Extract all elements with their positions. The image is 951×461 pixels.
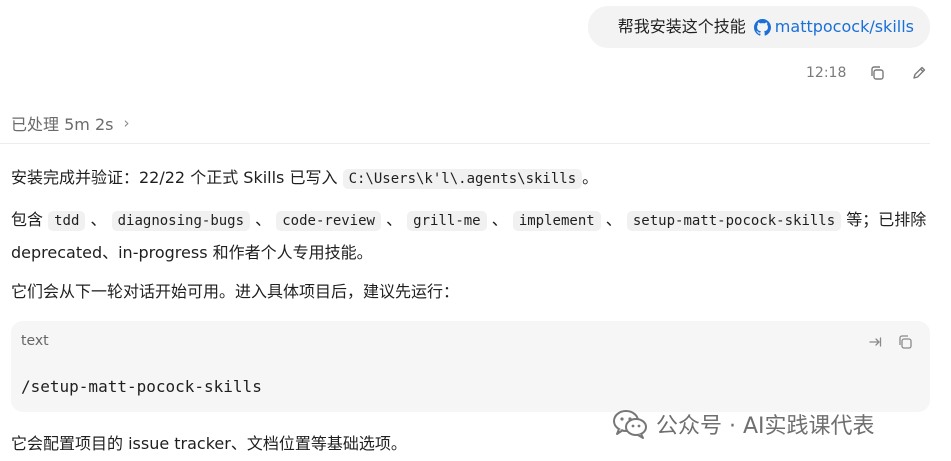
wrap-arrow-icon xyxy=(869,337,882,347)
processing-summary[interactable]: 已处理 5m 2s › xyxy=(11,112,129,134)
repo-link[interactable]: mattpocock/skills xyxy=(753,18,914,36)
inline-code-path: C:\Users\k'l\.agents\skills xyxy=(342,169,583,189)
pencil-icon xyxy=(913,66,926,79)
assistant-paragraph-1: 安装完成并验证：22/22 个正式 Skills 已写入 C:\Users\k'… xyxy=(11,162,931,195)
paragraph-text: 包含 xyxy=(11,210,44,229)
user-message-text: 帮我安装这个技能 xyxy=(617,17,746,36)
user-message-bubble: 帮我安装这个技能 mattpocock/skills xyxy=(588,6,930,48)
wrap-code-button[interactable] xyxy=(866,333,884,351)
divider xyxy=(0,143,930,144)
watermark: 公众号 · AI实践课代表 xyxy=(612,404,875,444)
copy-message-button[interactable] xyxy=(866,62,888,84)
message-time: 12:18 xyxy=(806,65,847,81)
code-block: text /setup-matt-pocock-skills xyxy=(11,321,930,412)
separator: 、 xyxy=(90,210,107,229)
copy-icon xyxy=(871,66,884,80)
copy-icon xyxy=(899,335,912,349)
assistant-paragraph-2: 包含 tdd 、 diagnosing-bugs 、 code-review 、… xyxy=(11,204,931,268)
separator: 、 xyxy=(255,210,272,229)
message-meta: 12:18 xyxy=(806,62,930,84)
paragraph-text: 。 xyxy=(582,168,599,187)
inline-code-skill: tdd xyxy=(48,211,86,231)
paragraph-text: 安装完成并验证：22/22 个正式 Skills 已写入 xyxy=(11,168,338,187)
code-language-label: text xyxy=(21,333,49,349)
inline-code-skill: grill-me xyxy=(407,211,487,231)
assistant-paragraph-3: 它们会从下一轮对话开始可用。进入具体项目后，建议先运行： xyxy=(11,282,460,301)
separator: 、 xyxy=(605,210,622,229)
inline-code-skill: code-review xyxy=(276,211,381,231)
separator: 、 xyxy=(386,210,403,229)
chevron-right-icon: › xyxy=(123,114,130,132)
repo-link-text[interactable]: mattpocock/skills xyxy=(775,19,914,35)
inline-code-skill: diagnosing-bugs xyxy=(111,211,251,231)
inline-code-skill: setup-matt-pocock-skills xyxy=(626,211,842,231)
edit-message-button[interactable] xyxy=(908,62,930,84)
watermark-text: 公众号 · AI实践课代表 xyxy=(656,414,875,439)
copy-code-button[interactable] xyxy=(896,333,914,351)
inline-code-skill: implement xyxy=(512,211,601,231)
separator: 、 xyxy=(491,210,508,229)
code-content: /setup-matt-pocock-skills xyxy=(21,377,262,396)
processing-label: 已处理 5m 2s xyxy=(11,115,114,134)
wechat-icon xyxy=(613,410,647,439)
github-icon xyxy=(753,18,771,36)
code-block-actions xyxy=(866,333,914,351)
